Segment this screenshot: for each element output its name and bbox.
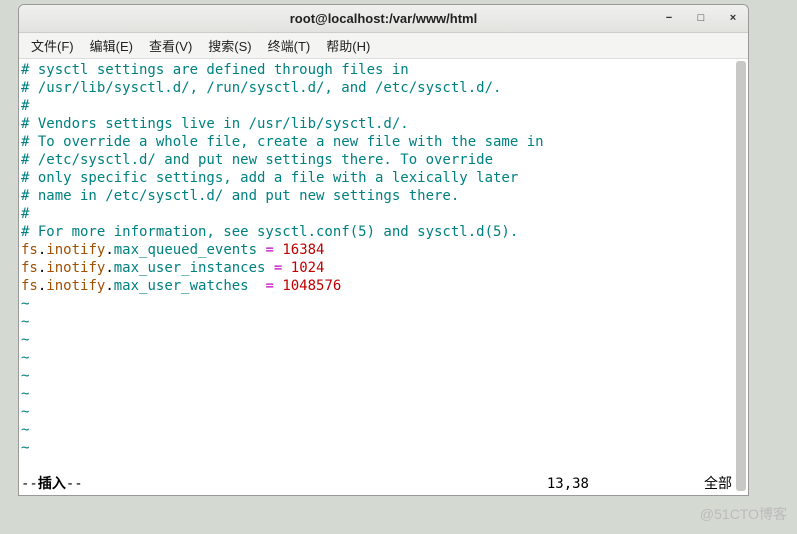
- empty-line: ~: [21, 385, 746, 403]
- terminal-window: root@localhost:/var/www/html − □ × 文件(F)…: [18, 4, 749, 496]
- setting-key: max_queued_events: [114, 242, 257, 258]
- setting-prefix: fs: [21, 278, 38, 294]
- vim-mode: 插入: [38, 475, 66, 493]
- status-dashes: --: [66, 475, 83, 493]
- menubar: 文件(F) 编辑(E) 查看(V) 搜索(S) 终端(T) 帮助(H): [19, 33, 748, 59]
- comment-line: # Vendors settings live in /usr/lib/sysc…: [21, 115, 746, 133]
- setting-val: 1048576: [282, 278, 341, 294]
- comment-line: # /etc/sysctl.d/ and put new settings th…: [21, 151, 746, 169]
- menu-view[interactable]: 查看(V): [141, 34, 200, 57]
- equals: =: [265, 278, 282, 294]
- setting-line: fs.inotify.max_user_instances = 1024: [21, 259, 746, 277]
- equals: =: [265, 242, 282, 258]
- setting-mid: inotify: [46, 278, 105, 294]
- maximize-button[interactable]: □: [692, 9, 710, 27]
- setting-key: max_user_watches: [114, 278, 249, 294]
- setting-prefix: fs: [21, 260, 38, 276]
- menu-help[interactable]: 帮助(H): [318, 34, 378, 57]
- window-title: root@localhost:/var/www/html: [19, 11, 748, 26]
- status-dashes: --: [21, 475, 38, 493]
- close-button[interactable]: ×: [724, 9, 742, 27]
- comment-line: #: [21, 205, 746, 223]
- menu-terminal[interactable]: 终端(T): [260, 34, 319, 57]
- comment-line: # only specific settings, add a file wit…: [21, 169, 746, 187]
- empty-line: ~: [21, 313, 746, 331]
- terminal-body[interactable]: # sysctl settings are defined through fi…: [19, 59, 748, 495]
- menu-file[interactable]: 文件(F): [23, 34, 82, 57]
- empty-line: ~: [21, 349, 746, 367]
- minimize-button[interactable]: −: [660, 9, 678, 27]
- comment-line: # /usr/lib/sysctl.d/, /run/sysctl.d/, an…: [21, 79, 746, 97]
- dot: .: [105, 260, 113, 276]
- scrollbar-thumb[interactable]: [736, 61, 746, 491]
- empty-line: ~: [21, 421, 746, 439]
- setting-key: max_user_instances: [114, 260, 266, 276]
- titlebar[interactable]: root@localhost:/var/www/html − □ ×: [19, 5, 748, 33]
- setting-mid: inotify: [46, 242, 105, 258]
- scroll-indicator: 全部: [704, 475, 732, 493]
- empty-line: ~: [21, 331, 746, 349]
- cursor-position: 13,38: [547, 475, 589, 493]
- setting-line: fs.inotify.max_user_watches = 1048576: [21, 277, 746, 295]
- menu-search[interactable]: 搜索(S): [200, 34, 259, 57]
- scrollbar[interactable]: [736, 61, 746, 491]
- setting-line: fs.inotify.max_queued_events = 16384: [21, 241, 746, 259]
- comment-line: #: [21, 97, 746, 115]
- comment-line: # For more information, see sysctl.conf(…: [21, 223, 746, 241]
- empty-line: ~: [21, 403, 746, 421]
- comment-line: # name in /etc/sysctl.d/ and put new set…: [21, 187, 746, 205]
- menu-edit[interactable]: 编辑(E): [82, 34, 141, 57]
- dot: .: [105, 278, 113, 294]
- vim-statusline: -- 插入 -- 13,38 全部: [21, 475, 734, 493]
- empty-line: ~: [21, 367, 746, 385]
- dot: .: [105, 242, 113, 258]
- setting-mid: inotify: [46, 260, 105, 276]
- empty-line: ~: [21, 295, 746, 313]
- setting-prefix: fs: [21, 242, 38, 258]
- setting-val: 16384: [282, 242, 324, 258]
- watermark: @51CTO博客: [700, 504, 787, 524]
- comment-line: # To override a whole file, create a new…: [21, 133, 746, 151]
- comment-line: # sysctl settings are defined through fi…: [21, 61, 746, 79]
- equals: =: [274, 260, 291, 276]
- window-controls: − □ ×: [660, 9, 742, 27]
- empty-line: ~: [21, 439, 746, 457]
- setting-val: 1024: [291, 260, 325, 276]
